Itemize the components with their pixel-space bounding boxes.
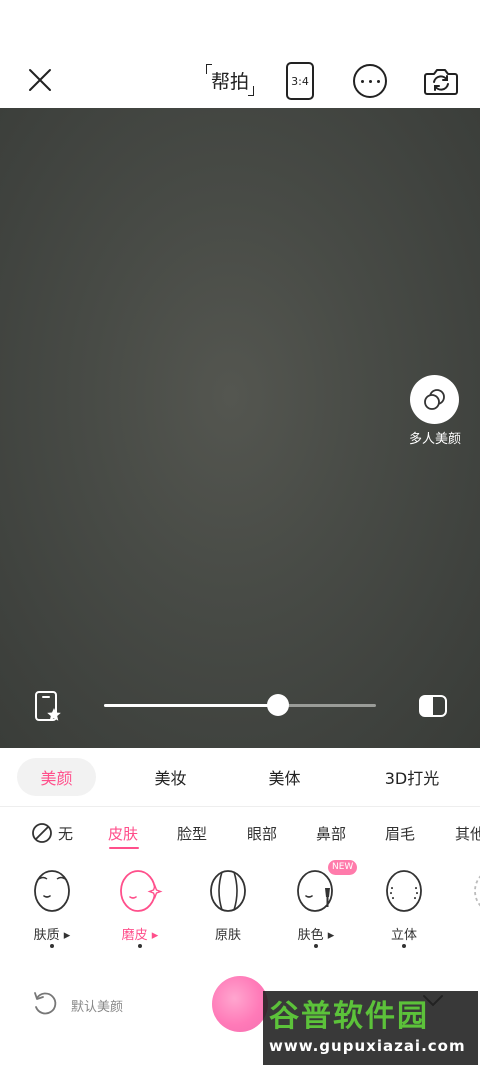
new-badge: NEW (328, 860, 358, 875)
sub-tab-underline (109, 847, 139, 849)
item-label: 磨皮 ▸ (121, 928, 159, 943)
close-button[interactable] (22, 60, 58, 100)
sub-tab-eyes[interactable]: 眼部 (247, 823, 277, 844)
phone-star-icon (35, 691, 61, 721)
tab-3d-lighting[interactable]: 3D打光 (367, 758, 457, 796)
watermark-title: 谷普软件园 (269, 999, 429, 1034)
item-label: 原肤 (214, 928, 241, 943)
watermark-url: www.gupuxiazai.com (269, 1037, 466, 1055)
category-tabs: 美颜 美妆 美体 3D打光 (0, 748, 480, 806)
favorite-preset-button[interactable] (34, 690, 62, 724)
face-sparkle-icon (120, 870, 163, 912)
aspect-ratio-button[interactable]: 3:4 (286, 62, 314, 100)
item-original-skin[interactable]: 原肤 (188, 860, 268, 960)
camera-flip-icon (424, 69, 458, 95)
helper-shoot-button[interactable]: 帮拍 (204, 60, 256, 100)
multi-face-beauty-button[interactable] (410, 375, 459, 424)
more-button[interactable] (353, 64, 387, 98)
tab-makeup[interactable]: 美妆 (131, 758, 210, 796)
sub-tab-skin[interactable]: 皮肤 (108, 823, 138, 844)
sub-tab-none[interactable]: 无 (58, 823, 73, 844)
face-original-icon (210, 870, 246, 912)
close-icon (29, 69, 51, 91)
shutter-button[interactable] (212, 976, 268, 1032)
sub-tab-eyebrows[interactable]: 眉毛 (385, 823, 415, 844)
sub-tab-other[interactable]: 其他 (455, 823, 480, 844)
more-dot (360, 79, 364, 83)
compare-icon (419, 695, 447, 717)
compare-button[interactable] (418, 694, 448, 718)
item-label: 肤质 ▸ (33, 928, 71, 943)
sub-tab-face-shape[interactable]: 脸型 (177, 823, 207, 844)
item-next-partial[interactable] (452, 860, 480, 960)
item-dot (50, 944, 54, 948)
multi-face-icon (423, 388, 445, 410)
item-dot (314, 944, 318, 948)
item-dot (138, 944, 142, 948)
aspect-ratio-label: 3:4 (291, 74, 309, 88)
more-dot (368, 79, 372, 83)
multi-face-beauty-label: 多人美颜 (408, 432, 461, 447)
watermark: 谷普软件园 www.gupuxiazai.com (263, 991, 478, 1065)
reset-default-beauty-label[interactable]: 默认美颜 (71, 996, 123, 1015)
sub-tabs: 无 皮肤 脸型 眼部 鼻部 眉毛 其他 (0, 807, 480, 859)
reset-icon[interactable] (32, 990, 58, 1016)
face-texture-icon (34, 870, 70, 912)
sub-tab-nose[interactable]: 鼻部 (316, 823, 346, 844)
helper-shoot-label: 帮拍 (210, 70, 249, 93)
slider-knob[interactable] (267, 694, 290, 716)
bracket-left-icon (206, 64, 212, 74)
face-contour-icon (386, 870, 422, 912)
item-label: 肤色 ▸ (297, 928, 335, 943)
item-skin-texture[interactable]: 肤质 ▸ (12, 860, 92, 960)
tab-beauty[interactable]: 美颜 (17, 758, 96, 796)
tab-body[interactable]: 美体 (245, 758, 324, 796)
tab-label: 美妆 (154, 769, 187, 788)
item-contour[interactable]: 立体 (364, 860, 444, 960)
beauty-intensity-slider[interactable] (104, 694, 376, 716)
camera-flip-button[interactable] (423, 63, 459, 99)
bracket-right-icon (248, 86, 254, 96)
more-dot (376, 79, 380, 83)
face-partial-icon (474, 875, 480, 907)
tab-label: 3D打光 (384, 769, 440, 788)
slider-fill (104, 704, 279, 707)
tab-label: 美颜 (40, 769, 73, 788)
item-label: 立体 (390, 928, 417, 943)
item-skin-tone[interactable]: 肤色 ▸ (276, 860, 356, 960)
beauty-items: 肤质 ▸ 磨皮 ▸ 原肤 肤色 ▸ 立体 (0, 860, 480, 960)
item-dot (402, 944, 406, 948)
tab-label: 美体 (268, 769, 301, 788)
item-smooth-skin[interactable]: 磨皮 ▸ (100, 860, 180, 960)
top-bar: 帮拍 3:4 (0, 0, 480, 108)
bottom-bar: 默认美颜 谷普软件园 www.gupuxiazai.com (0, 960, 480, 1067)
